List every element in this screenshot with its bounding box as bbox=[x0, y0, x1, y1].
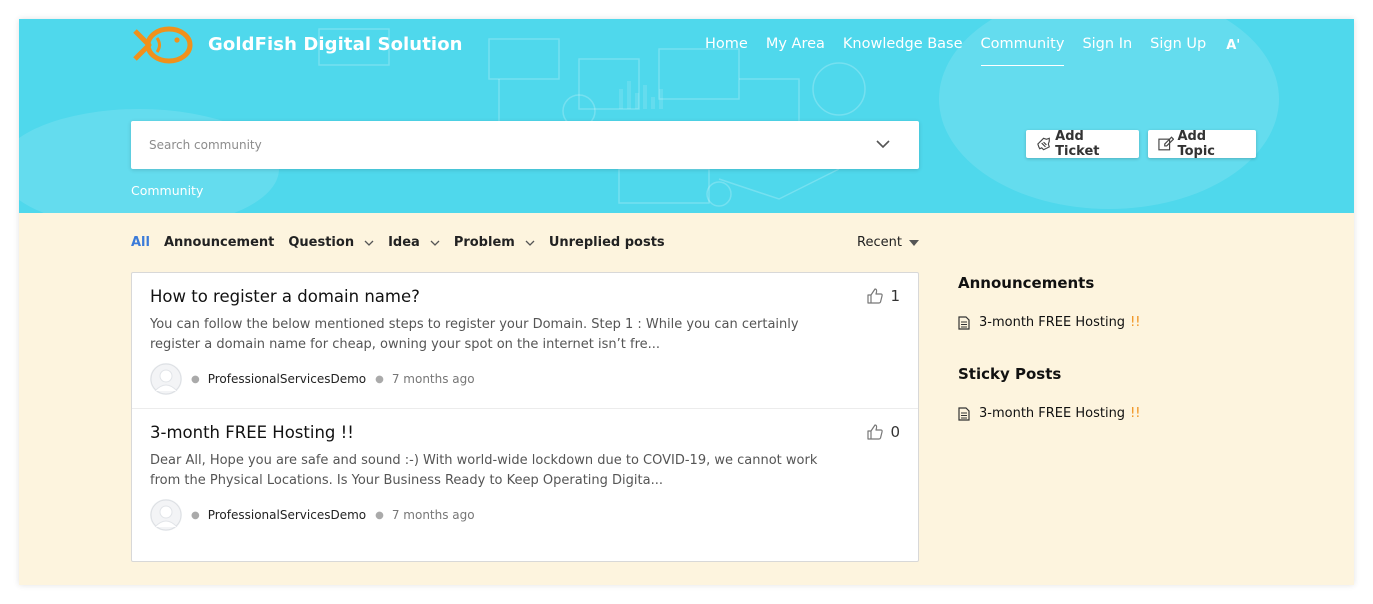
search-input[interactable]: Search community bbox=[149, 138, 262, 152]
thumbs-up-icon bbox=[867, 424, 884, 440]
separator-dot: ● bbox=[191, 373, 200, 385]
sticky-post-label: 3-month FREE Hosting bbox=[979, 406, 1126, 421]
add-ticket-button[interactable]: Add Ticket bbox=[1026, 129, 1139, 159]
filter-all-label: All bbox=[131, 235, 150, 250]
chevron-down-icon[interactable] bbox=[875, 138, 891, 150]
filter-all[interactable]: All bbox=[131, 235, 150, 250]
nav-home[interactable]: Home bbox=[705, 36, 748, 66]
chevron-down-icon bbox=[430, 240, 440, 246]
breadcrumb[interactable]: Community bbox=[131, 183, 203, 198]
nav-community[interactable]: Community bbox=[980, 36, 1065, 66]
separator-dot: ● bbox=[375, 373, 384, 385]
announcement-suffix: !! bbox=[1130, 315, 1141, 330]
top-nav: Home My Area Knowledge Base Community Si… bbox=[705, 36, 1240, 66]
nav-my-area[interactable]: My Area bbox=[766, 36, 825, 66]
post-author[interactable]: ProfessionalServicesDemo bbox=[208, 372, 366, 386]
post-meta: ● ProfessionalServicesDemo ● 7 months ag… bbox=[150, 499, 475, 531]
separator-dot: ● bbox=[191, 509, 200, 521]
category-filters: All Announcement Question Idea Problem U… bbox=[131, 235, 679, 250]
sticky-posts-heading: Sticky Posts bbox=[958, 365, 1062, 383]
post-title[interactable]: 3-month FREE Hosting !! bbox=[150, 423, 354, 442]
sticky-post-link[interactable]: 3-month FREE Hosting !! bbox=[958, 406, 1141, 421]
filter-unreplied-label: Unreplied posts bbox=[548, 235, 665, 250]
post-item[interactable]: How to register a domain name? 1 You can… bbox=[132, 273, 918, 408]
search-box[interactable]: Search community bbox=[131, 121, 919, 169]
nav-sign-in[interactable]: Sign In bbox=[1082, 36, 1132, 66]
announcements-heading: Announcements bbox=[958, 274, 1095, 292]
filter-unreplied-posts[interactable]: Unreplied posts bbox=[549, 235, 665, 250]
avatar[interactable] bbox=[150, 363, 182, 395]
filter-announcement-label: Announcement bbox=[163, 235, 275, 250]
chevron-down-icon bbox=[525, 240, 535, 246]
sticky-post-suffix: !! bbox=[1130, 406, 1141, 421]
ticket-icon bbox=[1037, 137, 1050, 151]
app-frame: GoldFish Digital Solution Home My Area K… bbox=[19, 19, 1354, 585]
avatar[interactable] bbox=[150, 499, 182, 531]
filter-problem[interactable]: Problem bbox=[454, 235, 535, 250]
post-list: How to register a domain name? 1 You can… bbox=[131, 272, 919, 562]
separator-dot: ● bbox=[375, 509, 384, 521]
caret-down-icon bbox=[908, 239, 919, 246]
add-topic-label: Add Topic bbox=[1177, 129, 1215, 159]
post-meta: ● ProfessionalServicesDemo ● 7 months ag… bbox=[150, 363, 475, 395]
goldfish-icon[interactable] bbox=[129, 25, 195, 65]
user-avatar-icon bbox=[150, 363, 182, 395]
filter-announcement[interactable]: Announcement bbox=[164, 235, 274, 250]
post-time: 7 months ago bbox=[391, 372, 475, 386]
filter-question-label: Question bbox=[288, 235, 355, 250]
post-item[interactable]: 3-month FREE Hosting !! 0 Dear All, Hope… bbox=[132, 408, 918, 543]
nav-knowledge-base[interactable]: Knowledge Base bbox=[843, 36, 963, 66]
hero-banner: GoldFish Digital Solution Home My Area K… bbox=[19, 19, 1354, 213]
announcement-link[interactable]: 3-month FREE Hosting !! bbox=[958, 315, 1141, 330]
edit-icon bbox=[1158, 136, 1175, 151]
filter-question[interactable]: Question bbox=[288, 235, 374, 250]
announcement-label: 3-month FREE Hosting bbox=[979, 315, 1126, 330]
post-excerpt: You can follow the below mentioned steps… bbox=[150, 317, 799, 352]
add-ticket-label: Add Ticket bbox=[1055, 129, 1100, 159]
filter-idea[interactable]: Idea bbox=[388, 235, 440, 250]
like-count: 1 bbox=[890, 287, 900, 305]
brand-name[interactable]: GoldFish Digital Solution bbox=[208, 34, 463, 55]
thumbs-up-icon bbox=[867, 288, 884, 304]
sort-dropdown[interactable]: Recent bbox=[857, 235, 919, 250]
user-avatar-icon bbox=[150, 499, 182, 531]
chevron-down-icon bbox=[364, 240, 374, 246]
filter-problem-label: Problem bbox=[453, 235, 515, 250]
filter-idea-label: Idea bbox=[388, 235, 420, 250]
document-icon bbox=[958, 315, 970, 330]
post-title[interactable]: How to register a domain name? bbox=[150, 287, 420, 306]
post-time: 7 months ago bbox=[391, 508, 475, 522]
post-excerpt: Dear All, Hope you are safe and sound :-… bbox=[150, 453, 818, 488]
post-author[interactable]: ProfessionalServicesDemo bbox=[208, 508, 366, 522]
add-topic-button[interactable]: Add Topic bbox=[1148, 129, 1256, 159]
nav-sign-up[interactable]: Sign Up bbox=[1150, 36, 1206, 66]
font-size-toggle[interactable]: A' bbox=[1226, 38, 1240, 66]
like-count: 0 bbox=[890, 423, 900, 441]
like-button[interactable]: 0 bbox=[866, 423, 900, 441]
sort-label: Recent bbox=[857, 235, 902, 250]
document-icon bbox=[958, 406, 970, 421]
like-button[interactable]: 1 bbox=[866, 287, 900, 305]
